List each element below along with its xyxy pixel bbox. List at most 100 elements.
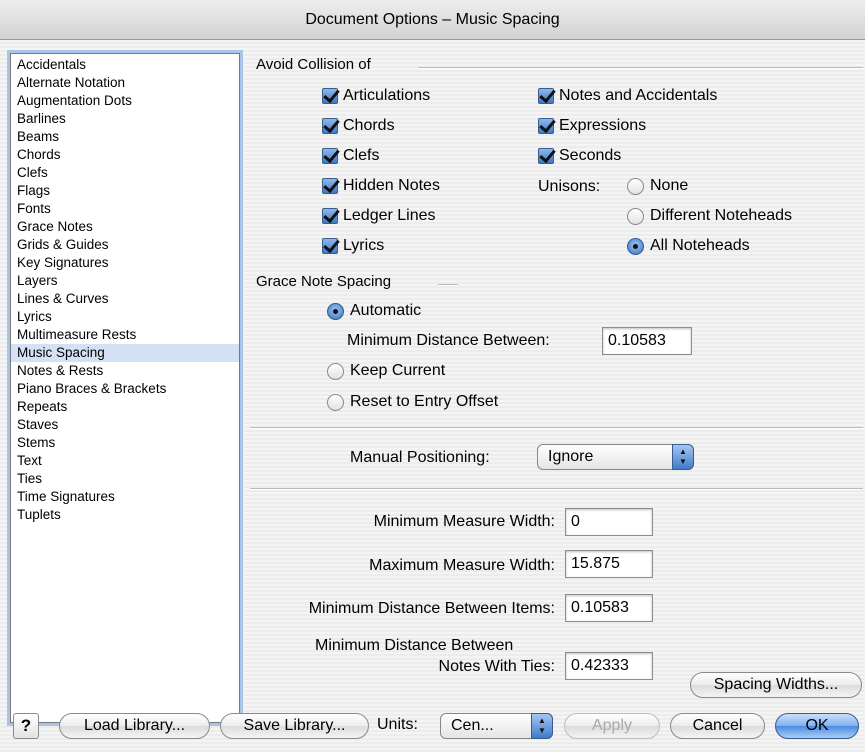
category-item[interactable]: Chords	[11, 146, 239, 164]
category-list[interactable]: Accidentals Alternate Notation Augmentat…	[10, 53, 240, 723]
radio-grace-reset-entry-offset[interactable]: Reset to Entry Offset	[327, 393, 498, 411]
radio-selected-icon	[327, 302, 344, 320]
radio-selected-icon	[627, 237, 644, 255]
radio-icon	[627, 207, 644, 225]
checkbox-label: Ledger Lines	[343, 207, 436, 224]
category-item[interactable]: Beams	[11, 128, 239, 146]
min-distance-items-field[interactable]: 0.10583	[565, 594, 653, 622]
min-measure-width-field[interactable]: 0	[565, 508, 653, 536]
checkbox-label: Notes and Accidentals	[559, 87, 718, 104]
units-label: Units:	[377, 716, 418, 733]
checkbox-articulations[interactable]: Articulations	[322, 87, 430, 105]
checkbox-checked-icon	[322, 88, 338, 104]
category-item-selected[interactable]: Music Spacing	[11, 344, 239, 362]
window-title: Document Options – Music Spacing	[305, 10, 560, 28]
checkbox-checked-icon	[322, 118, 338, 134]
category-item[interactable]: Text	[11, 452, 239, 470]
window-titlebar[interactable]: Document Options – Music Spacing	[0, 0, 865, 40]
grace-min-distance-field[interactable]: 0.10583	[602, 327, 692, 355]
spacing-widths-button[interactable]: Spacing Widths...	[690, 672, 862, 698]
checkbox-seconds[interactable]: Seconds	[538, 147, 621, 165]
checkbox-lyrics[interactable]: Lyrics	[322, 237, 384, 255]
category-item[interactable]: Lyrics	[11, 308, 239, 326]
max-measure-width-label: Maximum Measure Width:	[369, 557, 555, 574]
radio-unisons-all-noteheads[interactable]: All Noteheads	[627, 237, 750, 255]
grace-min-distance-label: Minimum Distance Between:	[347, 332, 550, 349]
checkbox-label: Expressions	[559, 117, 647, 134]
category-item[interactable]: Layers	[11, 272, 239, 290]
radio-label: Reset to Entry Offset	[350, 393, 499, 410]
category-item[interactable]: Barlines	[11, 110, 239, 128]
checkbox-clefs[interactable]: Clefs	[322, 147, 379, 165]
category-item[interactable]: Repeats	[11, 398, 239, 416]
checkbox-notes-and-accidentals[interactable]: Notes and Accidentals	[538, 87, 717, 105]
checkbox-checked-icon	[322, 148, 338, 164]
checkbox-checked-icon	[538, 118, 554, 134]
radio-label: Different Noteheads	[650, 207, 793, 224]
category-item[interactable]: Clefs	[11, 164, 239, 182]
units-select[interactable]: Cen... ▲ ▼	[440, 713, 553, 739]
apply-button[interactable]: Apply	[564, 713, 660, 739]
grace-note-spacing-heading: Grace Note Spacing	[256, 273, 392, 290]
help-button[interactable]: ?	[13, 713, 39, 739]
checkbox-ledger-lines[interactable]: Ledger Lines	[322, 207, 436, 225]
manual-positioning-value: Ignore	[548, 448, 594, 465]
category-item[interactable]: Key Signatures	[11, 254, 239, 272]
checkbox-checked-icon	[538, 148, 554, 164]
checkbox-chords[interactable]: Chords	[322, 117, 395, 135]
avoid-collision-heading: Avoid Collision of	[256, 56, 371, 73]
min-measure-width-label: Minimum Measure Width:	[373, 513, 555, 530]
popup-arrows-icon: ▲ ▼	[531, 713, 553, 739]
radio-grace-keep-current[interactable]: Keep Current	[327, 362, 445, 380]
category-item[interactable]: Ties	[11, 470, 239, 488]
category-item[interactable]: Grids & Guides	[11, 236, 239, 254]
min-distance-ties-label-line1: Minimum Distance Between	[315, 637, 514, 654]
radio-label: None	[650, 177, 689, 194]
category-item[interactable]: Augmentation Dots	[11, 92, 239, 110]
section-divider	[438, 284, 458, 286]
category-item[interactable]: Fonts	[11, 200, 239, 218]
category-item[interactable]: Tuplets	[11, 506, 239, 524]
checkbox-label: Hidden Notes	[343, 177, 440, 194]
checkbox-label: Chords	[343, 117, 395, 134]
max-measure-width-field[interactable]: 15.875	[565, 550, 653, 578]
category-item[interactable]: Multimeasure Rests	[11, 326, 239, 344]
checkbox-label: Lyrics	[343, 237, 385, 254]
category-item[interactable]: Time Signatures	[11, 488, 239, 506]
min-distance-items-label: Minimum Distance Between Items:	[308, 600, 555, 617]
category-item[interactable]: Grace Notes	[11, 218, 239, 236]
category-item[interactable]: Stems	[11, 434, 239, 452]
cancel-button[interactable]: Cancel	[670, 713, 765, 739]
ok-button[interactable]: OK	[775, 713, 859, 739]
radio-icon	[627, 177, 644, 195]
category-item[interactable]: Lines & Curves	[11, 290, 239, 308]
radio-label: All Noteheads	[650, 237, 750, 254]
checkbox-expressions[interactable]: Expressions	[538, 117, 646, 135]
category-item[interactable]: Flags	[11, 182, 239, 200]
category-item[interactable]: Alternate Notation	[11, 74, 239, 92]
unisons-label: Unisons:	[538, 178, 601, 195]
save-library-button[interactable]: Save Library...	[220, 713, 369, 739]
section-divider	[418, 67, 863, 69]
load-library-button[interactable]: Load Library...	[59, 713, 210, 739]
checkbox-checked-icon	[322, 208, 338, 224]
popup-arrows-icon: ▲ ▼	[672, 444, 694, 470]
radio-icon	[327, 393, 344, 411]
category-item[interactable]: Notes & Rests	[11, 362, 239, 380]
category-item[interactable]: Piano Braces & Brackets	[11, 380, 239, 398]
category-item[interactable]: Accidentals	[11, 56, 239, 74]
section-divider	[250, 427, 863, 429]
min-distance-ties-label-line2: Notes With Ties:	[438, 658, 555, 675]
checkbox-label: Clefs	[343, 147, 380, 164]
checkbox-hidden-notes[interactable]: Hidden Notes	[322, 177, 440, 195]
section-divider	[250, 488, 863, 490]
radio-unisons-none[interactable]: None	[627, 177, 688, 195]
radio-grace-automatic[interactable]: Automatic	[327, 302, 421, 320]
radio-unisons-different-noteheads[interactable]: Different Noteheads	[627, 207, 792, 225]
checkbox-label: Seconds	[559, 147, 622, 164]
checkbox-checked-icon	[322, 238, 338, 254]
manual-positioning-select[interactable]: Ignore ▲ ▼	[537, 444, 694, 470]
manual-positioning-label: Manual Positioning:	[350, 449, 490, 466]
category-item[interactable]: Staves	[11, 416, 239, 434]
min-distance-ties-field[interactable]: 0.42333	[565, 652, 653, 680]
